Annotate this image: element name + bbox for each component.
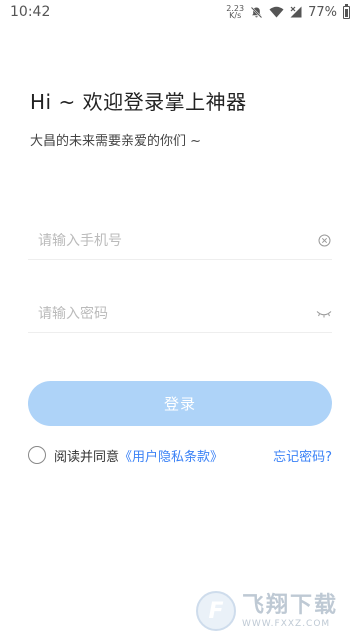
password-field xyxy=(28,295,332,333)
clear-circle-icon[interactable] xyxy=(316,233,332,249)
signal-icon xyxy=(290,6,302,18)
network-speed-unit: K/s xyxy=(229,11,242,20)
phone-input[interactable] xyxy=(28,232,298,249)
status-time: 10:42 xyxy=(10,4,51,20)
mute-bell-icon xyxy=(250,6,263,19)
watermark-sub-text: WWW.FXXZ.COM xyxy=(242,618,331,629)
watermark-text: 飞翔下载 WWW.FXXZ.COM xyxy=(242,593,338,630)
login-button[interactable]: 登录 xyxy=(28,381,332,426)
agreement-checkbox[interactable] xyxy=(28,446,46,464)
page-subtitle: 大昌的未来需要亲爱的你们 ~ xyxy=(30,134,202,149)
password-input[interactable] xyxy=(28,305,298,322)
eye-closed-icon[interactable] xyxy=(316,306,332,322)
watermark-logo-icon: F xyxy=(196,591,236,631)
forgot-password-link[interactable]: 忘记密码? xyxy=(273,446,332,465)
wifi-icon xyxy=(269,6,284,18)
status-bar: 10:42 2.23 K/s 77% xyxy=(0,0,360,24)
watermark-main-text: 飞翔下载 xyxy=(242,592,339,618)
status-icons: 2.23 K/s 77% xyxy=(226,3,350,20)
battery-icon xyxy=(343,3,350,19)
battery-percent: 77% xyxy=(308,4,337,20)
network-speed: 2.23 K/s xyxy=(226,5,244,20)
phone-field xyxy=(28,222,332,260)
agreement-text: 阅读并同意 xyxy=(54,449,120,465)
page-title: Hi ~ 欢迎登录掌上神器 xyxy=(30,90,247,114)
agreement-group: 阅读并同意 《用户隐私条款》 xyxy=(28,446,223,465)
agreement-row: 阅读并同意 《用户隐私条款》 忘记密码? xyxy=(28,444,332,466)
privacy-policy-link[interactable]: 《用户隐私条款》 xyxy=(119,446,223,465)
watermark: F 飞翔下载 WWW.FXXZ.COM xyxy=(196,586,356,636)
